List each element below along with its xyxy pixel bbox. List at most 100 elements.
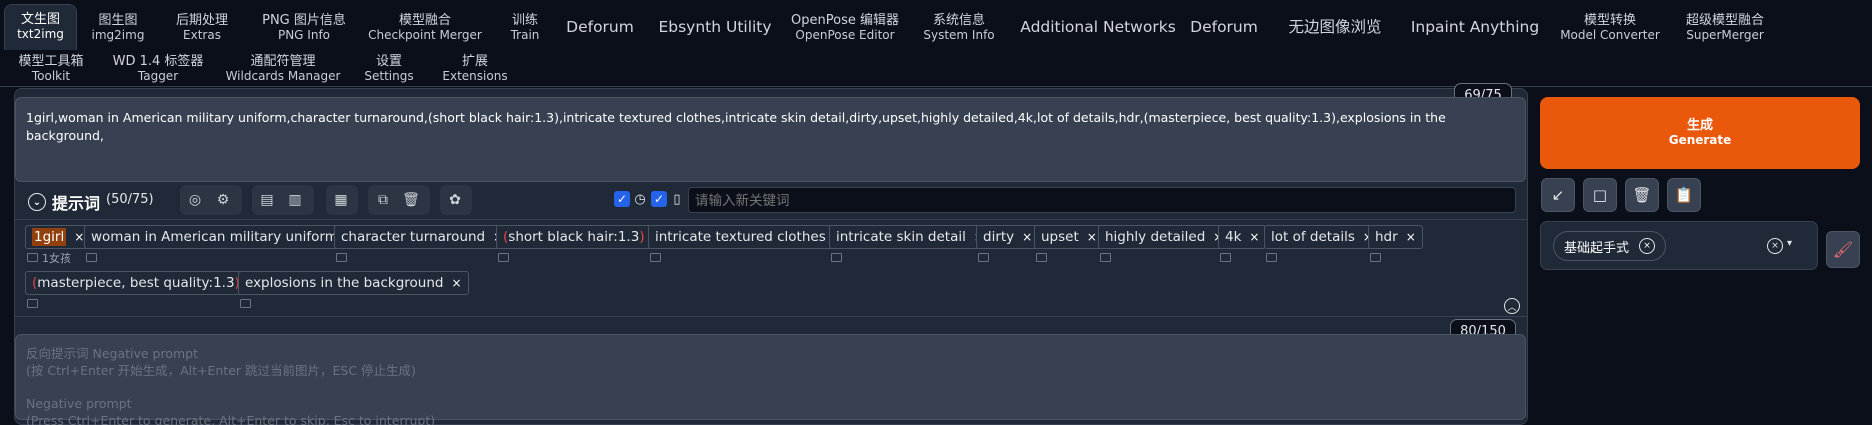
tab-toolkit[interactable]: 模型工具箱 Toolkit	[14, 52, 88, 86]
prompt-textarea[interactable]: 1girl,woman in American military uniform…	[15, 97, 1526, 182]
tag-text[interactable]: explosions in the background	[245, 275, 443, 291]
translate-indicator-icon	[978, 253, 989, 262]
prompt-tag[interactable]: intricate skin detail ×	[829, 225, 991, 249]
collapse-tags-icon[interactable]: ︿	[1504, 298, 1520, 314]
tab-deforum[interactable]: Deforum	[564, 8, 636, 48]
tab-extras[interactable]: 后期处理 Extras	[166, 8, 238, 48]
tab-label: 无边图像浏览	[1288, 18, 1382, 37]
tab-inpaint-anything[interactable]: Inpaint Anything	[1410, 8, 1540, 48]
prompt-tags-title: 提示词	[52, 194, 101, 213]
selected-style-chip[interactable]: 基础起手式 ×	[1553, 231, 1667, 261]
tab-checkpoint-merger[interactable]: 模型融合 Checkpoint Merger	[366, 8, 484, 48]
tag-text[interactable]: upset	[1041, 229, 1079, 245]
tab-sublabel: Toolkit	[31, 68, 71, 83]
tab-txt2img[interactable]: 文生图 txt2img	[4, 4, 77, 50]
bookmark-icon[interactable]: ▥	[286, 191, 304, 209]
format-icon[interactable]: ▦	[332, 191, 350, 209]
tab-model-converter[interactable]: 模型转换 Model Converter	[1558, 8, 1662, 48]
toolbar-group-edit: ⧉ 🗑	[368, 185, 430, 215]
tab-sublabel: Extensions	[442, 68, 508, 83]
dropdown-arrow-icon[interactable]: ▾	[1787, 238, 1792, 249]
prompt-tag[interactable]: 4k ×	[1218, 225, 1267, 249]
prompt-tag[interactable]: hdr ×	[1368, 225, 1423, 249]
tag-text[interactable]: short black hair:1.3	[508, 229, 639, 245]
translate-indicator-icon	[1100, 253, 1111, 262]
prompt-tag[interactable]: lot of details ×	[1264, 225, 1380, 249]
apply-style-button[interactable]: 🖌	[1826, 231, 1860, 268]
tab-sublabel: img2img	[91, 27, 145, 42]
prompt-tags-header[interactable]: ⌄ 提示词	[28, 190, 100, 214]
tag-text[interactable]: character turnaround	[341, 229, 485, 245]
read-params-button[interactable]: ↙	[1541, 178, 1575, 212]
new-keyword-input[interactable]	[688, 187, 1516, 213]
tag-text[interactable]: highly detailed	[1105, 229, 1205, 245]
tab-settings[interactable]: 设置 Settings	[362, 52, 416, 86]
close-icon[interactable]: ×	[1639, 238, 1656, 254]
prompt-tag[interactable]: 1girl ×	[25, 225, 92, 249]
tab-wildcards-manager[interactable]: 通配符管理 Wildcards Manager	[225, 52, 341, 86]
prompt-tag[interactable]: explosions in the background ×	[238, 271, 469, 295]
tab-label: 图生图	[98, 12, 138, 28]
clear-prompt-button[interactable]: 🗑	[1625, 178, 1659, 212]
clear-styles-icon[interactable]: ×	[1767, 238, 1783, 254]
tab-png-info[interactable]: PNG 图片信息 PNG Info	[254, 8, 354, 48]
prompt-tag[interactable]: woman in American military uniform ×	[84, 225, 363, 249]
tab-train[interactable]: 训练 Train	[502, 8, 548, 48]
prompt-tag[interactable]: character turnaround ×	[334, 225, 511, 249]
prompt-tag[interactable]: (short black hair:1.3) ×	[496, 225, 670, 249]
close-icon[interactable]: ×	[1022, 230, 1032, 244]
prompt-tag[interactable]: highly detailed ×	[1098, 225, 1231, 249]
tab-tagger[interactable]: WD 1.4 标签器 Tagger	[112, 52, 204, 86]
close-icon[interactable]: ×	[1087, 230, 1097, 244]
tab-ebsynth-utility[interactable]: Ebsynth Utility	[656, 8, 774, 48]
auto-translate-checkbox[interactable]: ✓	[614, 191, 630, 207]
paste-style-button[interactable]: 📋	[1667, 178, 1701, 212]
tab-sublabel: Extras	[183, 27, 221, 42]
tab-additional-networks[interactable]: Additional Networks	[1018, 8, 1178, 48]
history-icon[interactable]: ▤	[258, 191, 276, 209]
prompt-tag[interactable]: (masterpiece, best quality:1.3) ×	[25, 271, 265, 295]
prompt-tag[interactable]: upset ×	[1034, 225, 1104, 249]
translate-indicator-icon	[1266, 253, 1277, 262]
tag-text[interactable]: hdr	[1375, 229, 1398, 245]
negative-prompt-textarea[interactable]: 反向提示词 Negative prompt (按 Ctrl+Enter 开始生成…	[15, 334, 1526, 425]
toolbar-group-translate: ◎ ⚙	[180, 185, 242, 215]
tag-text[interactable]: intricate textured clothes	[655, 229, 826, 245]
prompt-tag[interactable]: intricate textured clothes ×	[648, 225, 851, 249]
tab-extensions[interactable]: 扩展 Extensions	[440, 52, 510, 86]
tag-text[interactable]: masterpiece, best quality:1.3	[37, 275, 234, 291]
tab-system-info[interactable]: 系统信息 System Info	[920, 8, 998, 48]
close-icon[interactable]: ×	[74, 230, 84, 244]
tag-text[interactable]: woman in American military uniform	[91, 229, 338, 245]
tab-sublabel: OpenPose Editor	[795, 27, 895, 42]
generate-button[interactable]: 生成 Generate	[1540, 97, 1860, 169]
gear-icon[interactable]: ⚙	[214, 191, 232, 209]
clipboard-icon: 📋	[1674, 186, 1694, 204]
tab-sublabel: Wildcards Manager	[225, 68, 341, 83]
tag-text[interactable]: 4k	[1225, 229, 1241, 245]
tab-supermerger[interactable]: 超级模型融合 SuperMerger	[1682, 8, 1768, 48]
copy-icon[interactable]: ⧉	[374, 191, 392, 209]
tab-infinite-image-browsing[interactable]: 无边图像浏览	[1278, 8, 1392, 48]
tag-text[interactable]: lot of details	[1271, 229, 1355, 245]
openai-icon[interactable]: ✿	[446, 191, 464, 209]
close-icon[interactable]: ×	[1406, 230, 1416, 244]
stop-button[interactable]: □	[1583, 178, 1617, 212]
close-icon[interactable]: ×	[1249, 230, 1259, 244]
tag-text[interactable]: dirty	[983, 229, 1014, 245]
tag-text[interactable]: intricate skin detail	[836, 229, 966, 245]
close-icon[interactable]: ×	[451, 276, 461, 290]
tab-label: Deforum	[566, 18, 634, 37]
trash-icon[interactable]: 🗑	[402, 191, 420, 209]
tab-label: 模型工具箱	[18, 53, 84, 69]
tab-label: 超级模型融合	[1685, 12, 1764, 28]
prompt-tag[interactable]: dirty ×	[976, 225, 1040, 249]
tab-sublabel: Checkpoint Merger	[368, 27, 482, 42]
tag-text[interactable]: 1girl	[32, 228, 67, 246]
tab-openpose-editor[interactable]: OpenPose 编辑器 OpenPose Editor	[791, 8, 899, 48]
tab-sublabel: PNG Info	[277, 27, 331, 42]
globe-icon[interactable]: ◎	[186, 191, 204, 209]
tab-deforum-2[interactable]: Deforum	[1188, 8, 1260, 48]
tab-img2img[interactable]: 图生图 img2img	[86, 8, 150, 48]
keep-checkbox[interactable]: ✓	[651, 191, 667, 207]
